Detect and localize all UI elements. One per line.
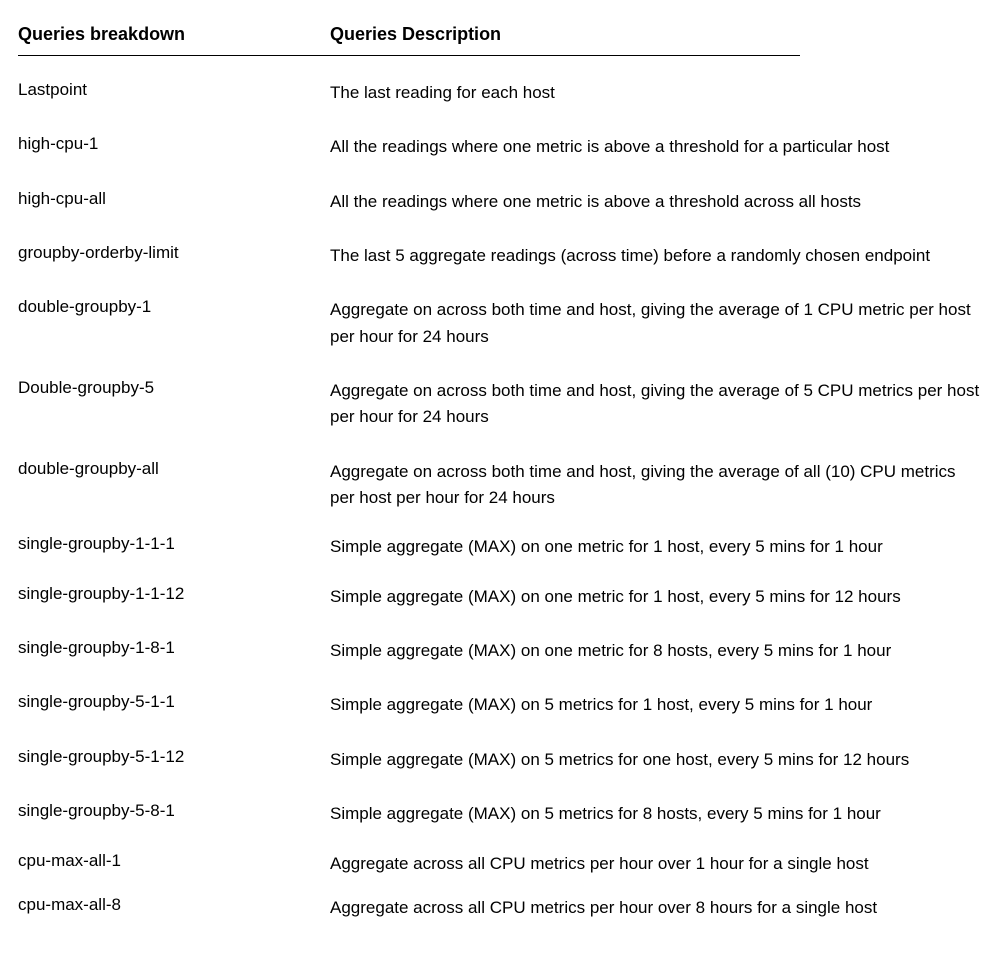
- cell-breakdown: Double-groupby-5: [18, 378, 330, 398]
- cell-description: Simple aggregate (MAX) on 5 metrics for …: [330, 801, 982, 827]
- table-row: high-cpu-1All the readings where one met…: [18, 120, 982, 174]
- cell-description: All the readings where one metric is abo…: [330, 189, 982, 215]
- table-row: single-groupby-1-1-1Simple aggregate (MA…: [18, 525, 982, 569]
- cell-breakdown: double-groupby-all: [18, 459, 330, 479]
- table-header: Queries breakdown Queries Description: [18, 24, 800, 56]
- table-row: double-groupby-allAggregate on across bo…: [18, 445, 982, 526]
- table-row: Double-groupby-5Aggregate on across both…: [18, 364, 982, 445]
- table-row: single-groupby-5-8-1Simple aggregate (MA…: [18, 787, 982, 841]
- table-row: groupby-orderby-limitThe last 5 aggregat…: [18, 229, 982, 283]
- cell-breakdown: single-groupby-1-1-1: [18, 534, 330, 554]
- cell-description: Simple aggregate (MAX) on 5 metrics for …: [330, 692, 982, 718]
- table-body: LastpointThe last reading for each hosth…: [18, 56, 982, 930]
- cell-description: The last reading for each host: [330, 80, 982, 106]
- cell-breakdown: cpu-max-all-1: [18, 851, 330, 871]
- cell-description: Aggregate on across both time and host, …: [330, 459, 982, 512]
- cell-breakdown: cpu-max-all-8: [18, 895, 330, 915]
- table-row: double-groupby-1Aggregate on across both…: [18, 283, 982, 364]
- header-breakdown: Queries breakdown: [18, 24, 330, 45]
- cell-breakdown: single-groupby-5-8-1: [18, 801, 330, 821]
- cell-description: Simple aggregate (MAX) on one metric for…: [330, 534, 982, 560]
- table-row: single-groupby-5-1-1Simple aggregate (MA…: [18, 678, 982, 732]
- table-row: high-cpu-allAll the readings where one m…: [18, 175, 982, 229]
- cell-description: Simple aggregate (MAX) on one metric for…: [330, 638, 982, 664]
- table-row: cpu-max-all-1Aggregate across all CPU me…: [18, 842, 982, 886]
- cell-breakdown: single-groupby-5-1-12: [18, 747, 330, 767]
- cell-breakdown: high-cpu-all: [18, 189, 330, 209]
- cell-breakdown: single-groupby-5-1-1: [18, 692, 330, 712]
- table-row: single-groupby-5-1-12Simple aggregate (M…: [18, 733, 982, 787]
- queries-table: Queries breakdown Queries Description La…: [18, 24, 982, 930]
- cell-breakdown: high-cpu-1: [18, 134, 330, 154]
- cell-description: Aggregate on across both time and host, …: [330, 378, 982, 431]
- cell-breakdown: groupby-orderby-limit: [18, 243, 330, 263]
- cell-description: Simple aggregate (MAX) on 5 metrics for …: [330, 747, 982, 773]
- cell-breakdown: single-groupby-1-1-12: [18, 584, 330, 604]
- cell-breakdown: single-groupby-1-8-1: [18, 638, 330, 658]
- cell-description: Aggregate on across both time and host, …: [330, 297, 982, 350]
- cell-description: Simple aggregate (MAX) on one metric for…: [330, 584, 982, 610]
- cell-breakdown: Lastpoint: [18, 80, 330, 100]
- table-row: single-groupby-1-8-1Simple aggregate (MA…: [18, 624, 982, 678]
- table-row: cpu-max-all-8Aggregate across all CPU me…: [18, 886, 982, 930]
- cell-breakdown: double-groupby-1: [18, 297, 330, 317]
- cell-description: Aggregate across all CPU metrics per hou…: [330, 851, 982, 877]
- cell-description: The last 5 aggregate readings (across ti…: [330, 243, 982, 269]
- table-row: single-groupby-1-1-12Simple aggregate (M…: [18, 570, 982, 624]
- cell-description: All the readings where one metric is abo…: [330, 134, 982, 160]
- table-row: LastpointThe last reading for each host: [18, 66, 982, 120]
- cell-description: Aggregate across all CPU metrics per hou…: [330, 895, 982, 921]
- header-description: Queries Description: [330, 24, 800, 45]
